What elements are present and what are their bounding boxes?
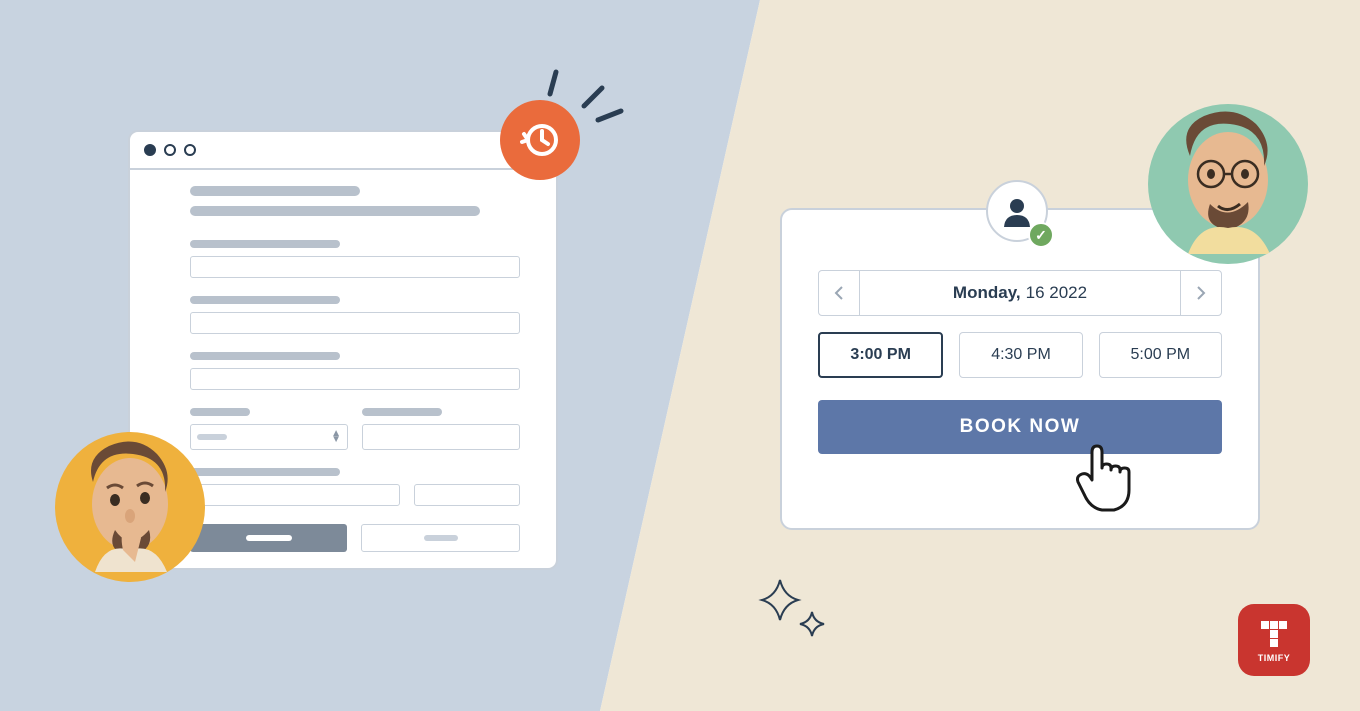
window-dot-2	[164, 144, 176, 156]
timeslot-row: 3:00 PM 4:30 PM 5:00 PM	[818, 332, 1222, 378]
timify-logo: TIMIFY	[1238, 604, 1310, 676]
date-weekday: Monday,	[953, 283, 1021, 303]
timeslot-option-2[interactable]: 4:30 PM	[959, 332, 1082, 378]
select-dropdown[interactable]: ▲▼	[190, 424, 348, 450]
timeslot-option-3[interactable]: 5:00 PM	[1099, 332, 1222, 378]
spark-icon	[542, 68, 562, 98]
date-rest: 16 2022	[1026, 283, 1087, 303]
logo-label: TIMIFY	[1258, 653, 1291, 663]
field-label	[190, 240, 340, 248]
timeslot-option-1[interactable]: 3:00 PM	[818, 332, 943, 378]
sparkle-icon	[758, 578, 838, 648]
field-label	[190, 352, 340, 360]
pointer-cursor-icon	[1070, 440, 1140, 518]
text-input[interactable]	[190, 484, 400, 506]
field-label	[190, 296, 340, 304]
field-label	[362, 408, 442, 416]
window-dot-3	[184, 144, 196, 156]
window-titlebar	[130, 132, 556, 170]
form-heading-line-1	[190, 186, 360, 196]
person-happy-avatar	[1148, 104, 1308, 264]
text-input[interactable]	[414, 484, 520, 506]
prev-day-button[interactable]	[818, 270, 860, 316]
check-icon: ✓	[1028, 222, 1054, 248]
next-day-button[interactable]	[1180, 270, 1222, 316]
person-thinking-avatar	[55, 432, 205, 582]
text-input[interactable]	[190, 256, 520, 278]
stepper-icon: ▲▼	[331, 431, 341, 443]
history-badge-icon	[500, 100, 580, 180]
field-label	[190, 408, 250, 416]
text-input[interactable]	[362, 424, 520, 450]
date-display: Monday, 16 2022	[860, 270, 1180, 316]
submit-button[interactable]	[190, 524, 347, 552]
text-input[interactable]	[190, 312, 520, 334]
cancel-button[interactable]	[361, 524, 520, 552]
date-selector: Monday, 16 2022	[818, 270, 1222, 316]
field-label	[190, 468, 340, 476]
spark-icon	[595, 106, 625, 126]
text-input[interactable]	[190, 368, 520, 390]
timify-logo-icon	[1257, 617, 1291, 651]
form-heading-line-2	[190, 206, 480, 216]
booking-card: Monday, 16 2022 3:00 PM 4:30 PM 5:00 PM …	[780, 208, 1260, 530]
book-now-button[interactable]: BOOK NOW	[818, 400, 1222, 454]
window-dot-1	[144, 144, 156, 156]
